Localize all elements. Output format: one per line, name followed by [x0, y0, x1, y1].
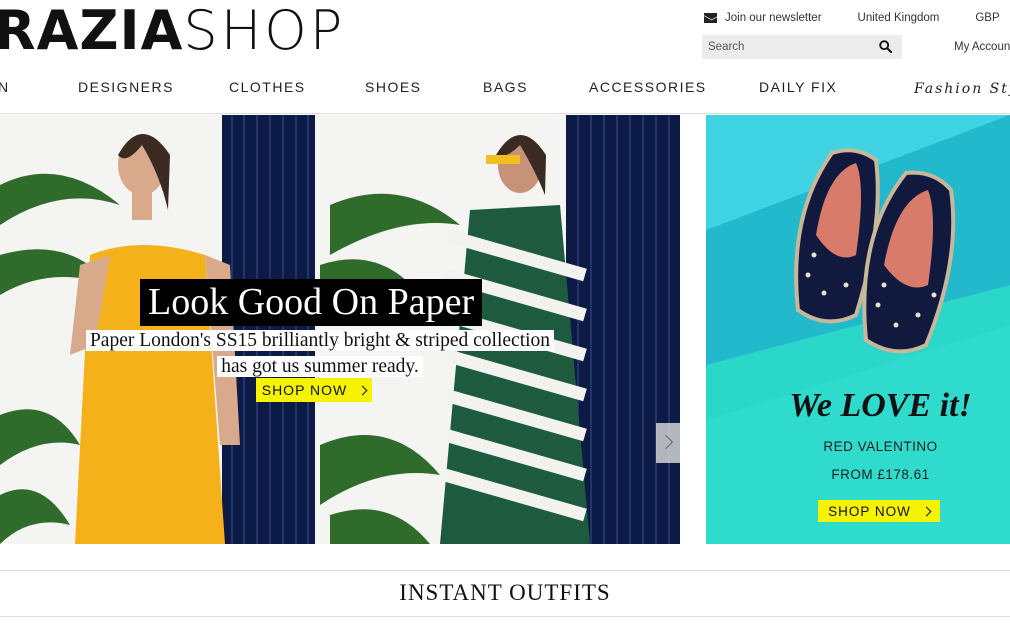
- header-divider: [0, 113, 1010, 114]
- promo-title: We LOVE it!: [789, 387, 972, 424]
- search-icon[interactable]: [879, 40, 892, 53]
- nav-item-daily-fix[interactable]: DAILY FIX: [759, 79, 837, 95]
- hero-subtitle: Paper London's SS15 brilliantly bright &…: [80, 328, 560, 380]
- nav-item-accessories[interactable]: ACCESSORIES: [589, 79, 707, 95]
- newsletter-link[interactable]: Join our newsletter: [725, 12, 822, 24]
- nav-item-clothes[interactable]: CLOTHES: [229, 79, 306, 95]
- nav-item-bags[interactable]: BAGS: [483, 79, 528, 95]
- hero-shop-now-label: SHOP NOW: [261, 382, 348, 398]
- chevron-right-icon: [658, 434, 674, 450]
- search-box: [702, 35, 902, 59]
- currency-selector[interactable]: GBP: [975, 12, 999, 24]
- my-account-link[interactable]: My Account: [954, 41, 1010, 53]
- nav-item-designers[interactable]: DESIGNERS: [78, 79, 174, 95]
- promo-shop-now-label: SHOP NOW: [828, 503, 911, 519]
- country-selector[interactable]: United Kingdom: [858, 12, 940, 24]
- hero-subtitle-line-1: Paper London's SS15 brilliantly bright &…: [85, 330, 555, 351]
- logo-thin-text: SHOP: [183, 0, 346, 62]
- logo-bold-text: RAZIA: [0, 0, 184, 62]
- hero-title: Look Good On Paper: [140, 279, 483, 326]
- slider-next-button[interactable]: [656, 423, 680, 463]
- chevron-right-icon: [357, 385, 368, 395]
- nav-item-new-in[interactable]: N: [0, 79, 10, 95]
- promo-brand: RED VALENTINO: [823, 439, 938, 454]
- site-logo[interactable]: RAZIASHOP: [0, 4, 345, 58]
- nav-item-fashion-stylist[interactable]: Fashion Sty: [914, 81, 1010, 97]
- utility-bar: Join our newsletter United Kingdom GBP: [704, 10, 1000, 26]
- hero-shop-now-button[interactable]: SHOP NOW: [256, 378, 372, 402]
- hero-subtitle-line-2: has got us summer ready.: [217, 356, 423, 377]
- main-nav: N DESIGNERS CLOTHES SHOES BAGS ACCESSORI…: [0, 79, 1010, 97]
- section-divider-top: [0, 570, 1010, 571]
- promo-price: FROM £178.61: [831, 467, 930, 482]
- section-divider-bottom: [0, 616, 1010, 617]
- section-title: INSTANT OUTFITS: [399, 580, 611, 605]
- mail-icon: [704, 13, 717, 23]
- search-input[interactable]: [708, 41, 868, 53]
- promo-shop-now-button[interactable]: SHOP NOW: [818, 500, 940, 522]
- nav-item-shoes[interactable]: SHOES: [365, 79, 422, 95]
- chevron-right-icon: [921, 506, 932, 516]
